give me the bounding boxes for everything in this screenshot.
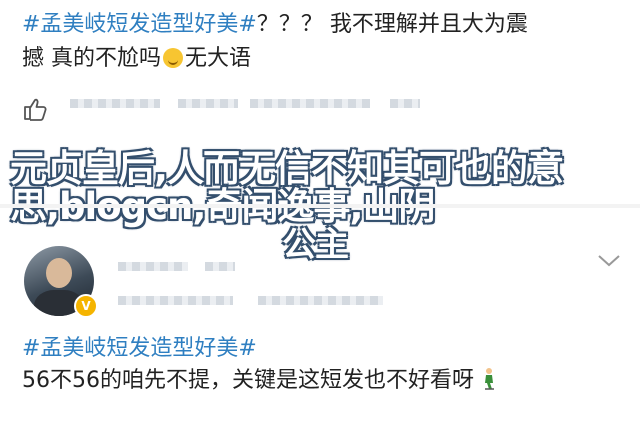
blurred-timestamp [258, 296, 383, 305]
blurred-timestamp [118, 296, 233, 305]
grinning-sweat-emoji-icon [163, 48, 183, 68]
blurred-username [205, 262, 235, 271]
post-text-after-emoji: 无大语 [185, 46, 252, 71]
chevron-down-icon[interactable] [596, 250, 622, 270]
blurred-metadata [178, 99, 238, 108]
person-kneeling-icon [485, 368, 494, 390]
comment-text: 56不56的咱先不提，关键是这短发也不好看呀 [22, 364, 497, 398]
blurred-username [118, 262, 188, 271]
blurred-metadata [390, 99, 420, 108]
overlay-line3: 公主 [282, 225, 349, 265]
post-content: #孟美岐短发造型好美#？？？ 我不理解并且大为震 撼 真的不尬吗 无大语 [22, 8, 622, 76]
post-divider [0, 204, 640, 208]
blurred-metadata [70, 99, 160, 108]
hashtag-link[interactable]: #孟美岐短发造型好美# [22, 12, 257, 37]
thumbs-up-icon[interactable] [22, 96, 48, 122]
verified-badge-icon: V [74, 294, 98, 318]
overlay-line1: 元贞皇后,人而无信不知其可也的意 [10, 147, 564, 190]
comment-text-body: 56不56的咱先不提，关键是这短发也不好看呀 [22, 368, 474, 393]
post-text-line1: ？？？ 我不理解并且大为震 [256, 12, 528, 37]
blurred-metadata [250, 99, 370, 108]
post-text-line2: 撼 真的不尬吗 [22, 46, 161, 71]
hashtag-link[interactable]: #孟美岐短发造型好美# [22, 332, 257, 366]
